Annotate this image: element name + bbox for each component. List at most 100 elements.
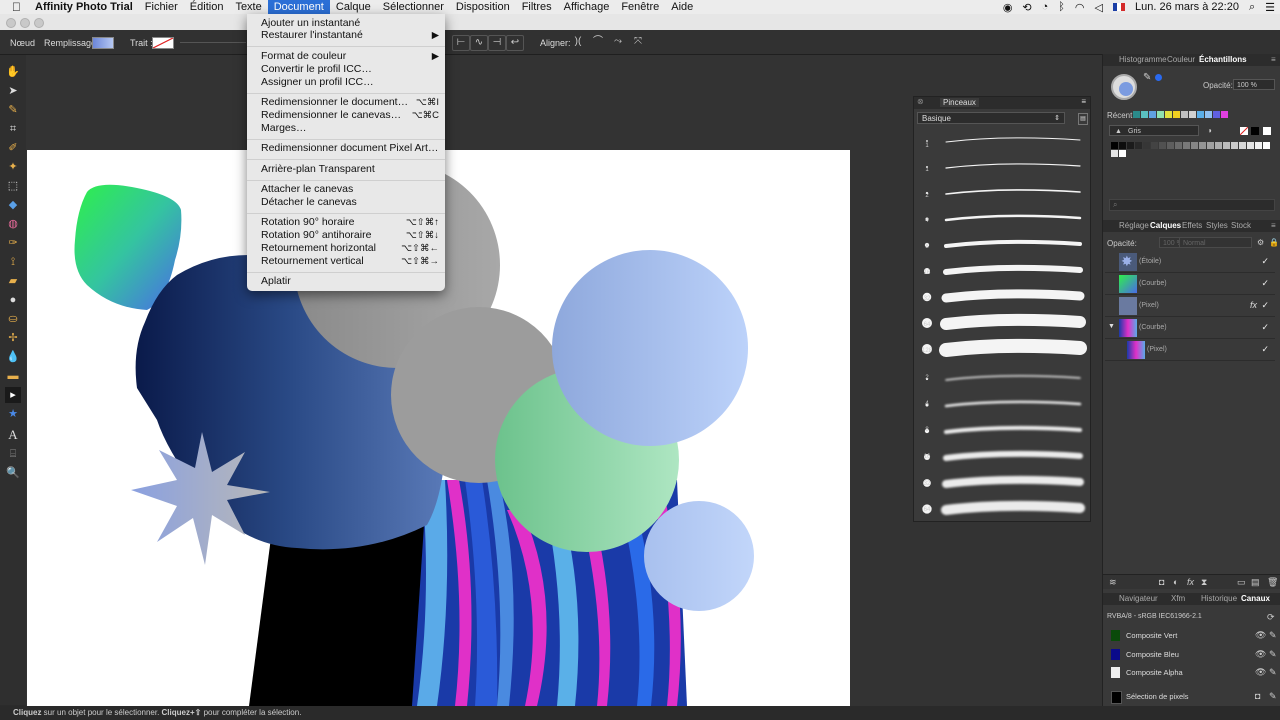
tab-stock[interactable]: Stock (1231, 221, 1251, 230)
channel-row[interactable]: Composite Vert 👁 ✎ (1105, 627, 1279, 645)
new-layer-icon[interactable]: ▤ (1251, 577, 1260, 588)
menu-item-attach-canvas[interactable]: Attacher le canevas (261, 183, 439, 196)
channel-row[interactable]: Sélection de pixels ◘ ✎ (1105, 688, 1279, 706)
lock-icon[interactable]: 🔒 (1269, 238, 1279, 247)
color-replace-icon[interactable]: ⟟ (5, 254, 21, 270)
erase-brush-icon[interactable]: ▰ (5, 273, 21, 289)
refresh-icon[interactable]: ⟳ (1267, 612, 1275, 623)
blend-mode-select[interactable]: Normal (1179, 237, 1252, 248)
brushes-title[interactable]: Pinceaux (940, 98, 979, 107)
gray-swatch[interactable] (1207, 142, 1214, 149)
edit-icon[interactable]: ✎ (1269, 630, 1277, 641)
move-tool-icon[interactable]: ➤ (5, 83, 21, 99)
white-swatch[interactable] (1263, 127, 1271, 135)
brush-stroke-preview[interactable] (941, 289, 1085, 303)
gray-swatch[interactable] (1263, 142, 1270, 149)
apple-icon[interactable]:  (0, 0, 29, 14)
opacity-field[interactable]: 100 % (1233, 79, 1275, 90)
brush-stroke-preview[interactable] (945, 375, 1081, 381)
gray-swatch[interactable] (1239, 142, 1246, 149)
align-icon-1[interactable]: )( (570, 35, 586, 49)
stroke-color-well[interactable] (1155, 74, 1162, 81)
volume-icon[interactable]: ◁ (1090, 1, 1108, 14)
adjustment-icon[interactable]: ◐ (1173, 577, 1178, 587)
menu-item-flatten[interactable]: Aplatir (261, 275, 439, 288)
brush-stroke-preview[interactable] (939, 338, 1087, 357)
menu-item-margins[interactable]: Marges… (261, 122, 439, 135)
layer-row[interactable]: (Courbe) ✓ (1105, 274, 1275, 295)
tab-histogramme[interactable]: Histogramme (1119, 55, 1167, 64)
gray-swatch[interactable] (1215, 142, 1222, 149)
menu-texte[interactable]: Texte (229, 0, 267, 14)
app-name-menu[interactable]: Affinity Photo Trial (29, 0, 139, 14)
menu-item-resize-pixel-art[interactable]: Redimensionner document Pixel Art… (261, 142, 439, 155)
edit-icon[interactable]: ✎ (1269, 691, 1277, 702)
close-button[interactable] (6, 18, 16, 28)
gray-swatch[interactable] (1199, 142, 1206, 149)
eyedropper-icon[interactable]: ✎ (1143, 72, 1151, 83)
tab-canaux[interactable]: Canaux (1241, 594, 1270, 603)
brush-stroke-preview[interactable] (944, 425, 1082, 434)
folder-icon[interactable]: ▭ (1237, 577, 1246, 588)
visibility-check-icon[interactable]: ✓ (1261, 278, 1269, 289)
expand-arrow-icon[interactable]: ▼ (1108, 323, 1115, 330)
search-icon[interactable]: ⌕ (1244, 1, 1260, 14)
menu-item-flip-horizontal[interactable]: Retournement horizontal ⌥⇧⌘← (261, 242, 439, 255)
node-sharp-button[interactable]: ⊢ (452, 35, 470, 51)
zoom-tool-icon[interactable]: 🔍 (5, 465, 21, 481)
layer-row[interactable]: (Pixel) fx ✓ (1105, 296, 1275, 317)
stroke-width-slider[interactable] (180, 42, 246, 43)
fx-icon[interactable]: fx (1187, 577, 1194, 587)
visibility-check-icon[interactable]: ✓ (1261, 322, 1269, 333)
gray-swatch[interactable] (1223, 142, 1230, 149)
black-swatch[interactable] (1251, 127, 1259, 135)
gray-swatches-grid[interactable] (1111, 142, 1277, 162)
panel-close-icon[interactable]: ⊗ (917, 97, 924, 106)
gray-swatch[interactable] (1191, 142, 1198, 149)
recent-swatches[interactable] (1133, 111, 1228, 118)
hand-tool-icon[interactable]: ✋ (5, 64, 21, 80)
gray-swatch[interactable] (1151, 142, 1158, 149)
menu-calque[interactable]: Calque (330, 0, 377, 14)
selection-brush-icon[interactable]: ✐ (5, 140, 21, 156)
align-icon-4[interactable]: ⤧ (630, 35, 646, 49)
gray-swatch[interactable] (1111, 150, 1118, 157)
menu-item-transparent-bg[interactable]: Arrière-plan Transparent (261, 163, 439, 176)
node-tool-icon[interactable]: ▸ (5, 387, 21, 403)
mask-icon[interactable]: ◘ (1255, 691, 1260, 701)
marquee-tool-icon[interactable]: ⬚ (5, 178, 21, 194)
brush-stroke-preview[interactable] (945, 163, 1081, 169)
menu-item-color-format[interactable]: Format de couleur ▶ (261, 50, 439, 63)
palette-options-icon[interactable]: ◑ (1207, 126, 1212, 135)
gray-swatch[interactable] (1255, 142, 1262, 149)
gradient-tool-icon[interactable]: ◍ (5, 216, 21, 232)
blur-tool-icon[interactable]: 💧 (5, 349, 21, 365)
notification-icon[interactable]: ☰ (1260, 1, 1280, 14)
crop-tool-icon[interactable]: ⌗ (5, 121, 21, 137)
menu-item-detach-canvas[interactable]: Détacher le canevas (261, 196, 439, 209)
brush-stroke-preview[interactable] (941, 500, 1085, 515)
menu-item-resize-document[interactable]: Redimensionner le document… ⌥⌘I (261, 96, 439, 109)
tab-historique[interactable]: Historique (1201, 594, 1237, 603)
brush-stroke-preview[interactable] (944, 214, 1082, 222)
brush-options-button[interactable]: ▤ (1078, 113, 1088, 125)
menu-item-convert-icc[interactable]: Convertir le profil ICC… (261, 63, 439, 76)
menu-edition[interactable]: Édition (184, 0, 230, 14)
tab-styles[interactable]: Styles (1206, 221, 1228, 230)
swatch-search-field[interactable]: ⌕ (1109, 199, 1275, 211)
gray-swatch[interactable] (1159, 142, 1166, 149)
brush-stroke-preview[interactable] (945, 189, 1081, 195)
eye-icon[interactable]: 👁 (1255, 667, 1266, 678)
brush-stroke-preview[interactable] (942, 475, 1084, 488)
layer-row[interactable]: ▼ (Courbe) ✓ (1105, 318, 1275, 339)
no-color-swatch[interactable] (1240, 127, 1248, 135)
fill-swatch[interactable] (92, 37, 114, 49)
clone-tool-icon[interactable]: ⛀ (5, 311, 21, 327)
visibility-check-icon[interactable]: ✓ (1261, 344, 1269, 355)
menu-item-restore-snapshot[interactable]: Restaurer l'instantané ▶ (261, 29, 439, 42)
stroke-swatch[interactable] (152, 37, 174, 49)
status-icon[interactable]: ◉ (998, 1, 1018, 14)
layer-row[interactable]: (Pixel) ✓ (1105, 340, 1275, 361)
node-smooth-button[interactable]: ∿ (470, 35, 488, 51)
hourglass-icon[interactable]: ⧗ (1201, 577, 1207, 588)
